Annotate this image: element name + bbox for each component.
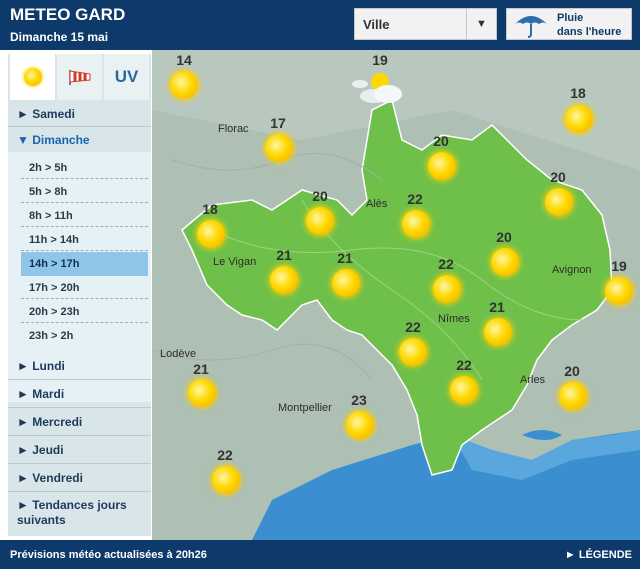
page-title: METEO GARD [10, 5, 126, 24]
temp-label: 21 [337, 250, 353, 266]
sun-icon[interactable] [197, 220, 225, 248]
day-friday[interactable]: ► Vendredi [8, 464, 151, 492]
city-lodeve: Lodève [160, 348, 197, 360]
rain-next-hour-button[interactable]: Pluie dans l'heure [506, 8, 632, 40]
temp-label: 22 [456, 357, 472, 373]
sun-icon[interactable] [559, 382, 587, 410]
temp-label: 20 [564, 363, 580, 379]
day-wednesday[interactable]: ► Mercredi [8, 408, 151, 436]
temp-label: 22 [217, 447, 233, 463]
day-thursday-label: Jeudi [32, 443, 64, 457]
header: METEO GARD Dimanche 15 mai Ville ▼ Pluie… [0, 0, 640, 50]
temp-label: 14 [176, 52, 192, 68]
sun-icon[interactable] [428, 152, 456, 180]
slot-14h-17h[interactable]: 14h > 17h [21, 252, 148, 276]
temp-label: 23 [351, 392, 367, 408]
slot-5h-8h[interactable]: 5h > 8h [21, 181, 148, 203]
sun-icon[interactable] [484, 318, 512, 346]
weather-map: Florac Alès Le Vigan Nîmes Avignon Lodèv… [152, 50, 640, 540]
sun-icon[interactable] [270, 266, 298, 294]
temp-label: 20 [433, 133, 449, 149]
city-arles: Arles [520, 374, 546, 386]
sun-cloud-icon[interactable] [350, 70, 410, 106]
day-saturday-label: Samedi [32, 107, 75, 121]
day-saturday[interactable]: ► Samedi [8, 102, 151, 127]
sun-icon[interactable] [433, 275, 461, 303]
uv-tab-label: UV [114, 67, 139, 86]
slot-17h-20h[interactable]: 17h > 20h [21, 277, 148, 299]
sun-icon[interactable] [545, 188, 573, 216]
tab-weather[interactable] [10, 54, 55, 100]
day-wednesday-label: Mercredi [32, 415, 83, 429]
sun-icon[interactable] [565, 105, 593, 133]
sun-icon[interactable] [265, 134, 293, 162]
sun-icon[interactable] [605, 277, 633, 305]
day-tuesday-label: Mardi [32, 387, 65, 401]
temp-label: 21 [193, 361, 209, 377]
day-friday-label: Vendredi [32, 471, 83, 485]
rain-button-line1: Pluie [557, 12, 584, 24]
city-ales: Alès [366, 198, 388, 210]
sidebar: UV ► Samedi ▼ Dimanche 2h > 5h 5h > 8h 8… [8, 54, 151, 536]
temp-label: 17 [270, 115, 286, 131]
temp-label: 20 [312, 188, 328, 204]
city-florac: Florac [218, 123, 249, 135]
city-nimes: Nîmes [438, 313, 470, 325]
day-trends-label: Tendances jours suivants [17, 498, 127, 527]
slot-23h-2h[interactable]: 23h > 2h [21, 325, 148, 347]
sun-icon[interactable] [306, 207, 334, 235]
temp-label: 21 [489, 299, 505, 315]
day-tuesday[interactable]: ► Mardi [8, 380, 151, 408]
city-avignon: Avignon [552, 264, 592, 276]
slot-2h-5h[interactable]: 2h > 5h [21, 157, 148, 179]
city-select-value: Ville [363, 17, 390, 32]
sun-icon[interactable] [399, 338, 427, 366]
city-montpellier: Montpellier [278, 402, 332, 414]
tab-uv[interactable]: UV [104, 54, 149, 100]
sun-icon[interactable] [491, 248, 519, 276]
chevron-down-icon[interactable]: ▼ [466, 9, 496, 39]
temp-label: 22 [405, 319, 421, 335]
day-sunday[interactable]: ▼ Dimanche [8, 128, 151, 152]
sun-icon[interactable] [332, 269, 360, 297]
day-sunday-label: Dimanche [32, 133, 90, 147]
sun-icon[interactable] [170, 71, 198, 99]
temp-label: 22 [438, 256, 454, 272]
windsock-icon [68, 70, 90, 85]
update-status: Prévisions météo actualisées à 20h26 [10, 549, 207, 561]
rain-button-line2: dans l'heure [557, 26, 622, 38]
city-select[interactable]: Ville ▼ [354, 8, 497, 40]
sun-icon[interactable] [450, 376, 478, 404]
temp-label: 18 [570, 85, 586, 101]
sun-icon[interactable] [346, 411, 374, 439]
temp-label: 18 [202, 201, 218, 217]
sun-icon[interactable] [188, 379, 216, 407]
slot-8h-11h[interactable]: 8h > 11h [21, 205, 148, 227]
temp-label: 19 [611, 258, 627, 274]
footer: Prévisions météo actualisées à 20h26 ► L… [0, 540, 640, 569]
sun-icon [23, 68, 42, 86]
city-le-vigan: Le Vigan [213, 256, 257, 268]
tab-wind[interactable] [57, 54, 102, 100]
day-monday-label: Lundi [32, 359, 65, 373]
temp-label: 19 [372, 52, 388, 68]
temp-label: 21 [276, 247, 292, 263]
temp-label: 22 [407, 191, 423, 207]
slot-11h-14h[interactable]: 11h > 14h [21, 229, 148, 251]
day-monday[interactable]: ► Lundi [8, 352, 151, 380]
umbrella-icon [515, 16, 547, 38]
day-thursday[interactable]: ► Jeudi [8, 436, 151, 464]
legend-link[interactable]: ► LÉGENDE [565, 549, 632, 561]
sun-icon[interactable] [212, 466, 240, 494]
slot-20h-23h[interactable]: 20h > 23h [21, 301, 148, 323]
day-trends[interactable]: ► Tendances jours suivants [8, 494, 151, 532]
temp-label: 20 [496, 229, 512, 245]
temp-label: 20 [550, 169, 566, 185]
sun-icon[interactable] [402, 210, 430, 238]
legend-label: LÉGENDE [578, 549, 632, 561]
view-tabs: UV [8, 54, 151, 100]
date-label: Dimanche 15 mai [10, 30, 109, 44]
